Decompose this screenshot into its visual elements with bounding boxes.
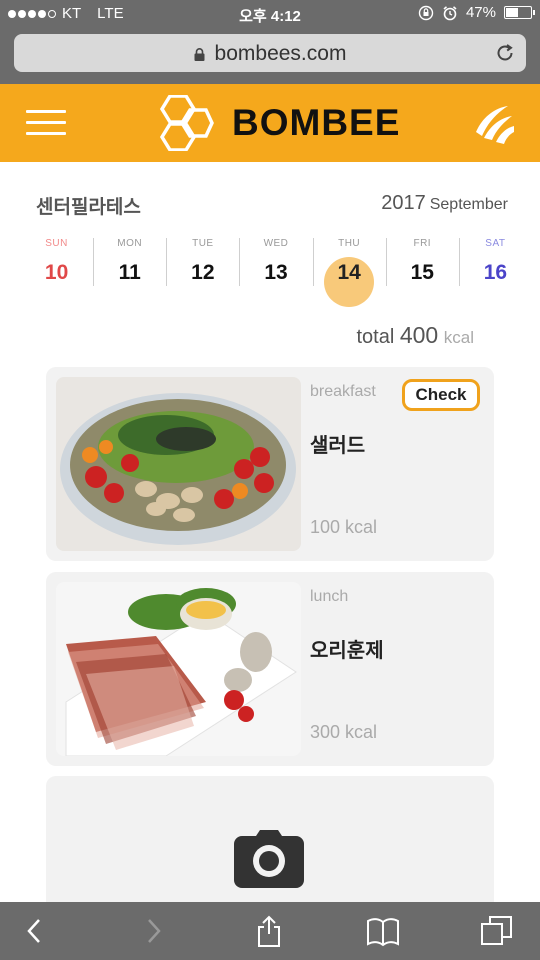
meal-photo-smoked-duck (56, 582, 301, 756)
day-number: 10 (44, 261, 69, 284)
day-mon[interactable]: MON 11 (93, 236, 166, 308)
meal-type: breakfast (310, 383, 376, 400)
day-number: 15 (410, 261, 434, 284)
day-thu[interactable]: THU 14 (312, 236, 386, 308)
week-selector: SUN 10 MON 11 TUE 12 WED 13 THU 14 FRI 1… (20, 236, 532, 308)
meal-kcal: 300 kcal (310, 722, 378, 742)
check-button[interactable]: Check (402, 379, 480, 411)
battery-percent: 47% (465, 4, 496, 21)
day-name: FRI (413, 238, 432, 249)
browser-toolbar (0, 902, 540, 960)
total-kcal: total 400 kcal (356, 322, 474, 349)
meal-name: 샐러드 (310, 435, 366, 457)
meal-photo-salad (56, 377, 301, 551)
day-name: SAT (485, 238, 506, 249)
browser-address-area: bombees.com (0, 28, 540, 84)
add-meal-card[interactable] (46, 776, 494, 916)
app-header: BOMBEE (0, 84, 540, 162)
battery-icon (504, 6, 535, 19)
meal-kcal: 100 kcal (310, 517, 378, 537)
back-icon[interactable] (18, 914, 52, 948)
total-value: 400 (399, 322, 439, 348)
address-bar[interactable]: bombees.com (14, 34, 526, 72)
total-label: total (356, 326, 395, 348)
meal-card-lunch[interactable]: lunch 오리훈제 300 kcal (46, 572, 494, 766)
day-number: 13 (264, 261, 288, 284)
day-name: SUN (45, 238, 68, 249)
share-icon[interactable] (252, 914, 286, 948)
total-unit: kcal (443, 328, 474, 347)
day-number: 14 (337, 261, 361, 284)
day-tue[interactable]: TUE 12 (166, 236, 239, 308)
menu-icon[interactable] (26, 110, 66, 136)
lock-icon (194, 48, 205, 61)
status-right: 47% (418, 4, 535, 21)
day-number: 11 (118, 261, 141, 284)
camera-icon[interactable] (234, 828, 304, 888)
meal-name: 오리훈제 (310, 640, 384, 662)
alarm-icon (443, 5, 457, 20)
forward-icon[interactable] (136, 914, 170, 948)
day-sat[interactable]: SAT 16 (458, 236, 532, 308)
bookmarks-icon[interactable] (366, 914, 400, 948)
center-name: 센터필라테스 (36, 197, 141, 218)
meal-type: lunch (310, 588, 349, 605)
battery-fill (506, 8, 519, 17)
honeycomb-icon (159, 95, 214, 151)
brand-name: BOMBEE (232, 102, 401, 143)
tabs-icon[interactable] (480, 914, 514, 948)
year-month-label: 2017 September (381, 192, 508, 215)
day-name: WED (263, 238, 289, 249)
brand-logo[interactable]: BOMBEE (154, 94, 400, 152)
rotation-lock-icon (418, 5, 434, 20)
status-bar: KT LTE 오후 4:12 47% (0, 0, 540, 28)
day-wed[interactable]: WED 13 (239, 236, 312, 308)
month-label: September (429, 196, 508, 213)
day-sun[interactable]: SUN 10 (20, 236, 93, 308)
day-number: 12 (191, 261, 215, 284)
bee-wing-icon[interactable] (472, 102, 514, 144)
day-number: 16 (483, 261, 508, 284)
day-name: THU (338, 238, 361, 249)
day-name: MON (117, 238, 143, 249)
url-text: bombees.com (214, 42, 347, 65)
year-label: 2017 (381, 192, 426, 214)
day-fri[interactable]: FRI 15 (385, 236, 459, 308)
url-display[interactable]: bombees.com (14, 42, 526, 66)
reload-icon[interactable] (494, 42, 516, 64)
day-name: TUE (192, 238, 214, 249)
meal-card-breakfast[interactable]: breakfast Check 샐러드 100 kcal (46, 367, 494, 561)
